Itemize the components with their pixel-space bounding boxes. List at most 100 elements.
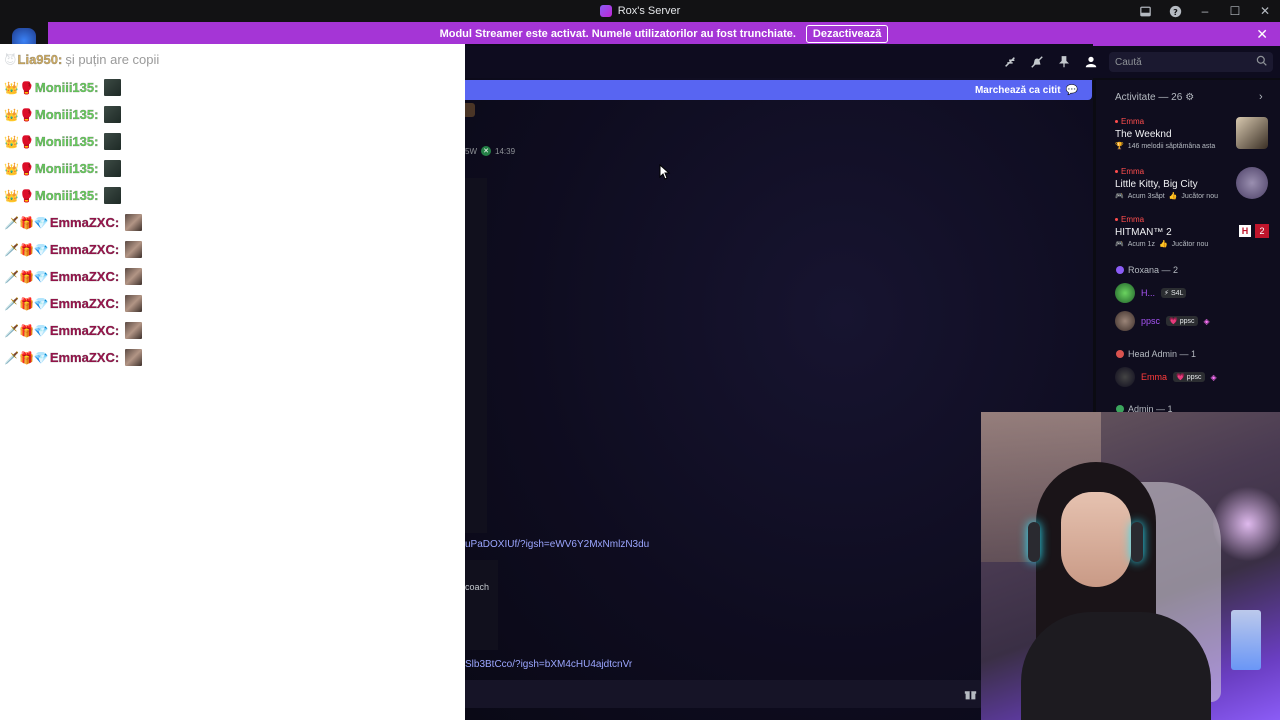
message-composer[interactable] (465, 680, 985, 708)
chat-line: 🗡️🎁💎 EmmaZXC: (4, 322, 143, 339)
member-tag-text: ppsc (1186, 373, 1202, 381)
hitman-badge: H 2 (1239, 224, 1269, 238)
chat-badges: 🗡️🎁💎 (4, 296, 49, 311)
disable-streamer-button[interactable]: Dezactivează (805, 25, 889, 43)
window-controls: ? – ☐ ✕ (1130, 0, 1280, 22)
member-name: ppsc (1141, 316, 1161, 326)
member-item[interactable]: ppsc 💗 ppsc ◈ (1115, 311, 1210, 331)
mark-as-read-label: Marchează ca citit (974, 84, 1061, 96)
message-time: 14:39 (495, 146, 516, 156)
chat-badges: 👑🥊 (4, 107, 34, 122)
activity-item[interactable]: Emma HITMAN™ 2 🎮 Acum 1z 👍 Jucător nou (1115, 215, 1208, 248)
role-header: Head Admin — 1 (1116, 349, 1196, 359)
avatar (1115, 283, 1135, 303)
close-window-icon[interactable]: ✕ (1250, 0, 1280, 22)
message-link-2[interactable]: Slb3BtCco/?igsh=bXM4cHU4ajdtcnVr (465, 659, 632, 670)
hitman-logo-icon: H (1239, 225, 1251, 237)
chat-emote (125, 322, 143, 339)
avatar (1115, 311, 1135, 331)
member-tag-text: ppsc (1179, 317, 1195, 325)
chat-line: 👑🥊 Moniii135: (4, 187, 122, 204)
activity-title: The Weeknd (1115, 129, 1172, 140)
chat-badges: 👑🥊 (4, 188, 34, 203)
close-banner-icon[interactable]: ✕ (1256, 26, 1268, 43)
activity-item[interactable]: Emma Little Kitty, Big City 🎮 Acum 3săpt 👍… (1115, 167, 1218, 200)
chat-emote (104, 160, 122, 177)
album-art (1236, 117, 1268, 149)
inbox-icon[interactable] (1130, 0, 1160, 22)
chat-line: 🗡️🎁💎 EmmaZXC: (4, 214, 143, 231)
member-item[interactable]: H... ⚡ S4L (1115, 283, 1187, 303)
role-name: Roxana — 2 (1128, 265, 1179, 275)
activity-count: 2 (1255, 224, 1269, 238)
role-icon (1116, 266, 1124, 274)
chat-username: EmmaZXC: (49, 350, 120, 366)
server-icon (599, 5, 612, 17)
window-titlebar: Rox's Server ? – ☐ ✕ (0, 0, 1280, 22)
help-icon[interactable]: ? (1160, 0, 1190, 22)
member-tag: ⚡ S4L (1161, 288, 1187, 298)
window-title-text: Rox's Server (617, 5, 681, 17)
maximize-icon[interactable]: ☐ (1220, 0, 1250, 22)
mouse-cursor-icon (659, 163, 671, 185)
chat-emote (125, 295, 143, 312)
chat-badges: 👑🥊 (4, 134, 34, 149)
chat-line: 👑🥊 Moniii135: (4, 133, 122, 150)
activity-title: Little Kitty, Big City (1115, 179, 1198, 190)
minimize-icon[interactable]: – (1190, 0, 1220, 22)
search-placeholder: Caută (1115, 56, 1142, 68)
member-tag-text: S4L (1170, 289, 1184, 297)
chat-badges: 🗡️🎁💎 (4, 350, 49, 365)
chat-badges: 😈 (4, 52, 17, 67)
activity-item[interactable]: Emma The Weeknd 🏆 146 melodii săptămâna a… (1115, 117, 1215, 150)
mute-notifications-icon[interactable] (1029, 54, 1045, 70)
stream-chat-overlay: 😈 Lia950: și puțin are copii 👑🥊 Moniii13… (0, 44, 465, 720)
svg-text:?: ? (1173, 6, 1178, 16)
activity-sub: 🎮 Acum 1z 👍 Jucător nou (1115, 240, 1208, 249)
chat-message: și puțin are copii (65, 52, 160, 67)
chat-line: 👑🥊 Moniii135: (4, 79, 122, 96)
member-list-icon[interactable] (1083, 54, 1099, 70)
chat-emote (125, 241, 143, 258)
heart-icon: 💗 (1169, 318, 1178, 325)
member-tag: 💗 ppsc (1166, 316, 1198, 326)
chat-line: 👑🥊 Moniii135: (4, 160, 122, 177)
headphones-right (1131, 522, 1143, 562)
new-player-icon: 👍 (1168, 193, 1178, 200)
threads-icon[interactable] (1002, 54, 1018, 70)
pin-icon[interactable] (1056, 54, 1072, 70)
boost-icon: ◈ (1203, 316, 1210, 326)
streamer-banner-text: Modul Streamer este activat. Numele util… (439, 28, 796, 40)
activity-sub-text: 146 melodii săptămâna asta (1127, 142, 1216, 150)
chat-username: EmmaZXC: (49, 215, 120, 231)
search-icon (1256, 55, 1267, 69)
chat-username: Lia950: (17, 52, 63, 68)
message-meta: 5W ✕ 14:39 (465, 146, 515, 156)
headphones-left (1028, 522, 1040, 562)
member-item[interactable]: Emma 💗 ppsc ◈ (1115, 367, 1217, 387)
streamer-face (1061, 492, 1131, 587)
role-icon (1116, 350, 1124, 358)
chat-username: Moniii135: (34, 134, 99, 150)
embed-strip (465, 178, 487, 533)
gear-icon[interactable]: ⚙ (1185, 92, 1194, 103)
mark-as-read-bar[interactable]: Marchează ca citit 💬 (465, 80, 1092, 100)
activity-time: Acum 1z (1127, 240, 1155, 248)
gift-icon[interactable] (964, 688, 977, 706)
window-title: Rox's Server (599, 5, 681, 17)
chat-emote (104, 133, 122, 150)
mark-read-icon: 💬 (1065, 84, 1078, 96)
chat-username: EmmaZXC: (49, 242, 120, 258)
chat-username: Moniii135: (34, 188, 99, 204)
chevron-right-icon[interactable]: › (1259, 91, 1263, 103)
search-input[interactable]: Caută (1109, 52, 1273, 72)
server-avatar[interactable] (12, 28, 36, 44)
message-link[interactable]: uPaDOXIUf/?igsh=eWV6Y2MxNmlzN3du (465, 539, 649, 550)
chat-line: 😈 Lia950: și puțin are copii (4, 52, 160, 68)
xbox-badge-icon: ✕ (481, 146, 491, 156)
chat-emote (104, 187, 122, 204)
activity-header-text: Activitate — 26 (1115, 92, 1183, 103)
embed-strip-secondary (465, 560, 498, 650)
streamer-mode-banner: Modul Streamer este activat. Numele util… (48, 22, 1280, 46)
chat-username: Moniii135: (34, 161, 99, 177)
